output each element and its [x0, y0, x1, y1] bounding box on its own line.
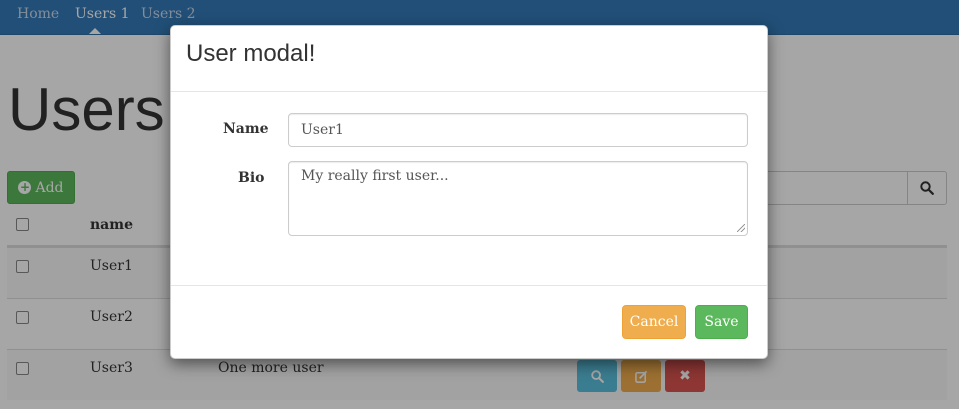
- name-label: Name: [223, 121, 269, 137]
- modal-header: User modal!: [171, 26, 767, 92]
- name-input[interactable]: [288, 113, 748, 147]
- resize-handle[interactable]: [737, 224, 745, 232]
- modal-footer: Cancel Save: [171, 285, 767, 360]
- cancel-button[interactable]: Cancel: [622, 305, 686, 339]
- save-button[interactable]: Save: [695, 305, 748, 339]
- bio-label: Bio: [238, 170, 265, 186]
- bio-textarea[interactable]: My really first user...: [288, 161, 748, 236]
- modal-title: User modal!: [186, 40, 316, 67]
- user-modal: User modal! Name Bio My really first use…: [170, 25, 768, 359]
